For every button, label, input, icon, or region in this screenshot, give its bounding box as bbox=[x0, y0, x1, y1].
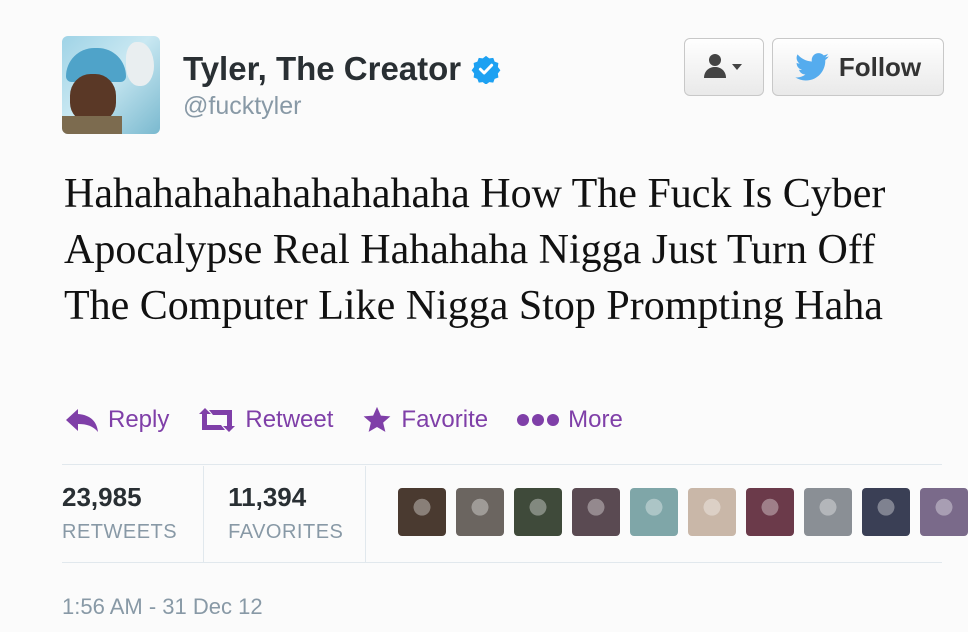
display-name-text[interactable]: Tyler, The Creator bbox=[183, 50, 461, 88]
tweet-text: Hahahahahahahahahaha How The Fuck Is Cyb… bbox=[64, 171, 886, 329]
favorite-label: Favorite bbox=[401, 406, 489, 433]
reply-label: Reply bbox=[108, 406, 170, 433]
favoriter-avatar[interactable] bbox=[862, 488, 910, 536]
favoriter-avatar[interactable] bbox=[398, 488, 446, 536]
retweet-action[interactable]: Retweet bbox=[197, 406, 333, 434]
retweet-icon bbox=[199, 408, 236, 432]
retweets-count: 23,985 bbox=[62, 482, 142, 512]
favoriter-avatar[interactable] bbox=[630, 488, 678, 536]
favoriter-avatar[interactable] bbox=[572, 488, 620, 536]
retweets-stat[interactable]: 23,985 RETWEETS bbox=[62, 466, 203, 562]
follow-button[interactable]: Follow bbox=[772, 38, 944, 96]
more-label: More bbox=[568, 406, 623, 433]
retweets-label: RETWEETS bbox=[62, 521, 178, 543]
favoriter-avatar[interactable] bbox=[456, 488, 504, 536]
user-display-name[interactable]: Tyler, The Creator bbox=[183, 50, 501, 88]
user-handle[interactable]: @fucktyler bbox=[183, 92, 301, 121]
avatar-background-shape bbox=[126, 42, 154, 86]
follow-button-label: Follow bbox=[838, 51, 922, 82]
tweet-timestamp[interactable]: 1:56 AM - 31 Dec 12 bbox=[62, 594, 263, 620]
more-action[interactable]: More bbox=[516, 406, 623, 434]
person-dropdown-icon bbox=[704, 54, 742, 78]
tweet-actions-bar: Reply Retweet Favorite More bbox=[64, 405, 651, 435]
avatar-shirt bbox=[62, 116, 122, 134]
favorites-count: 11,394 bbox=[228, 482, 307, 512]
favoriter-avatar[interactable] bbox=[920, 488, 968, 536]
more-dots-icon bbox=[517, 414, 560, 426]
favorites-label: FAVORITES bbox=[228, 521, 344, 543]
tweet-stats: 23,985 RETWEETS 11,394 FAVORITES bbox=[62, 466, 367, 562]
star-icon bbox=[364, 406, 391, 432]
favoriter-avatar[interactable] bbox=[746, 488, 794, 536]
user-actions-dropdown-button[interactable] bbox=[684, 38, 764, 96]
verified-badge-icon bbox=[471, 55, 501, 84]
favorite-action[interactable]: Favorite bbox=[361, 405, 488, 435]
favoriter-avatar[interactable] bbox=[804, 488, 852, 536]
twitter-bird-icon bbox=[795, 53, 829, 81]
retweet-label: Retweet bbox=[245, 406, 334, 433]
favoriter-avatar[interactable] bbox=[514, 488, 562, 536]
profile-avatar[interactable] bbox=[62, 36, 160, 134]
favoriter-avatar[interactable] bbox=[688, 488, 736, 536]
stats-bottom-divider bbox=[62, 562, 942, 563]
reply-action[interactable]: Reply bbox=[64, 406, 169, 434]
favoriters-avatar-row bbox=[398, 488, 968, 536]
avatar-face bbox=[70, 74, 116, 122]
reply-icon bbox=[66, 409, 98, 432]
favorites-stat[interactable]: 11,394 FAVORITES bbox=[203, 466, 367, 562]
stats-top-divider bbox=[62, 464, 942, 465]
